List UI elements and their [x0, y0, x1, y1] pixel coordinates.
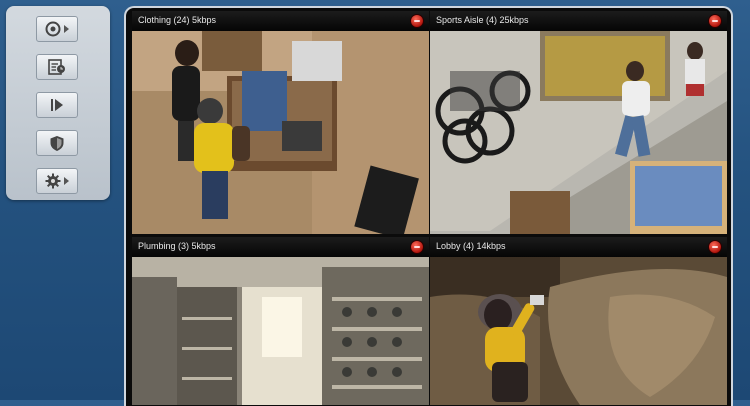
playback-button[interactable] [36, 92, 78, 118]
chevron-right-icon [64, 25, 69, 33]
camera-menu-button[interactable] [36, 16, 78, 42]
gear-icon [45, 173, 61, 189]
camera-feed-plumbing [132, 257, 429, 405]
security-button[interactable] [36, 130, 78, 156]
camera-tile-sports-aisle[interactable]: Sports Aisle (4) 25kbps [430, 11, 727, 234]
chevron-right-icon [64, 177, 69, 185]
camera-tile-plumbing[interactable]: Plumbing (3) 5kbps [132, 237, 429, 405]
close-icon[interactable] [411, 15, 423, 27]
camera-tile-clothing[interactable]: Clothing (24) 5kbps [132, 11, 429, 234]
camera-feed-sports-aisle [430, 31, 727, 234]
close-icon[interactable] [411, 241, 423, 253]
close-icon[interactable] [709, 241, 721, 253]
camera-feed-lobby [430, 257, 727, 405]
camera-tile-lobby[interactable]: Lobby (4) 14kbps [430, 237, 727, 405]
schedule-icon [48, 59, 65, 75]
shield-icon [50, 135, 64, 151]
camera-grid-panel: Clothing (24) 5kbps Sports Aisle (4) 25k… [124, 6, 733, 406]
camera-feed-clothing [132, 31, 429, 234]
camera-header: Sports Aisle (4) 25kbps [430, 11, 727, 31]
settings-menu-button[interactable] [36, 168, 78, 194]
camera-header: Clothing (24) 5kbps [132, 11, 429, 31]
play-icon [51, 99, 63, 111]
camera-header: Plumbing (3) 5kbps [132, 237, 429, 257]
camera-icon [45, 21, 61, 37]
camera-header: Lobby (4) 14kbps [430, 237, 727, 257]
schedule-button[interactable] [36, 54, 78, 80]
camera-title: Lobby (4) 14kbps [436, 241, 506, 251]
left-toolbar [6, 6, 110, 200]
camera-title: Sports Aisle (4) 25kbps [436, 15, 529, 25]
camera-title: Clothing (24) 5kbps [138, 15, 217, 25]
camera-title: Plumbing (3) 5kbps [138, 241, 216, 251]
close-icon[interactable] [709, 15, 721, 27]
